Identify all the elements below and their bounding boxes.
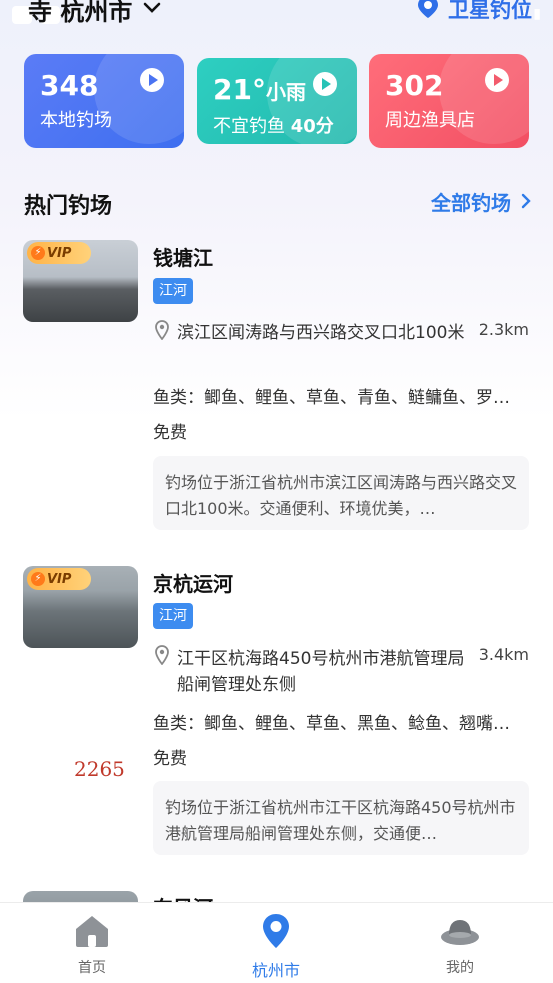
satellite-icon xyxy=(414,0,442,24)
play-icon xyxy=(313,72,337,96)
play-icon xyxy=(140,68,164,92)
city-title: 寺 杭州市 xyxy=(28,0,133,26)
tab-profile-label: 我的 xyxy=(446,960,474,976)
spot-address: 江干区杭海路450号杭州市港航管理局船闸管理处东侧 xyxy=(177,649,465,695)
spot-price: 免费 xyxy=(153,423,187,443)
location-pin-icon xyxy=(155,645,169,666)
vip-badge: ⚡ VIP xyxy=(27,568,91,590)
spot-address: 滨江区闻涛路与西兴路交叉口北100米 xyxy=(177,323,465,343)
tackle-shops-card[interactable]: 302 周边渔具店 xyxy=(369,54,529,148)
spot-type-tag: 江河 xyxy=(153,278,193,304)
weather-card[interactable]: 21°小雨 不宜钓鱼 40分 xyxy=(197,58,357,144)
bolt-icon: ⚡ xyxy=(31,246,45,260)
tab-home[interactable]: 首页 xyxy=(32,911,152,977)
vip-label: VIP xyxy=(47,245,72,261)
chevron-right-icon xyxy=(521,190,531,214)
spot-distance: 3.4km xyxy=(478,645,529,664)
vip-badge: ⚡ VIP xyxy=(27,242,91,264)
all-spots-label: 全部钓场 xyxy=(431,191,511,215)
fishing-hat-icon xyxy=(440,911,480,951)
chevron-down-icon xyxy=(142,0,162,20)
spot-description: 钓场位于浙江省杭州市江干区杭海路450号杭州市港航管理局船闸管理处东侧，交通便… xyxy=(153,781,529,855)
bottom-tab-bar: 首页 杭州市 我的 xyxy=(0,902,553,983)
battery-icon: ▮ xyxy=(533,6,541,22)
section-title: 热门钓场 xyxy=(24,194,113,219)
satellite-spot-button[interactable]: 卫星钓位 xyxy=(414,0,532,24)
spot-thumbnail: ⚡ VIP xyxy=(23,240,138,322)
spot-description-text: 钓场位于浙江省杭州市江干区杭海路450号杭州市港航管理局船闸管理处东侧，交通便… xyxy=(165,798,516,843)
tab-home-label: 首页 xyxy=(78,960,106,976)
location-pin-icon xyxy=(256,911,296,951)
weather-temperature: 21° xyxy=(213,73,266,106)
spot-name: 京杭运河 xyxy=(153,572,233,596)
tab-city[interactable]: 杭州市 xyxy=(216,911,336,981)
bolt-icon: ⚡ xyxy=(31,572,45,586)
spot-fish-types: 鱼类：鲫鱼、鲤鱼、草鱼、青鱼、鲢鳙鱼、罗… xyxy=(153,388,510,408)
spot-distance: 2.3km xyxy=(478,320,529,339)
spot-type-tag: 江河 xyxy=(153,603,193,629)
watermark-number: 2265 xyxy=(74,757,125,781)
local-spots-card[interactable]: 348 本地钓场 xyxy=(24,54,184,148)
play-icon xyxy=(485,68,509,92)
spot-price: 免费 xyxy=(153,749,187,769)
city-selector[interactable]: 寺 杭州市 xyxy=(28,0,162,27)
location-pin-icon xyxy=(155,320,169,341)
spot-name: 钱塘江 xyxy=(153,246,213,270)
satellite-label: 卫星钓位 xyxy=(448,0,532,22)
spot-thumbnail: ⚡ VIP xyxy=(23,566,138,648)
tab-profile[interactable]: 我的 xyxy=(400,911,520,977)
vip-label: VIP xyxy=(47,571,72,587)
spot-fish-types: 鱼类：鲫鱼、鲤鱼、草鱼、黑鱼、鲶鱼、翘嘴… xyxy=(153,714,510,734)
tab-city-label: 杭州市 xyxy=(251,961,300,980)
spot-description: 钓场位于浙江省杭州市滨江区闻涛路与西兴路交叉口北100米。交通便利、环境优美，… xyxy=(153,456,529,530)
spot-description-text: 钓场位于浙江省杭州市滨江区闻涛路与西兴路交叉口北100米。交通便利、环境优美，… xyxy=(165,473,517,518)
all-spots-link[interactable]: 全部钓场 xyxy=(431,187,531,216)
home-icon xyxy=(72,911,112,951)
